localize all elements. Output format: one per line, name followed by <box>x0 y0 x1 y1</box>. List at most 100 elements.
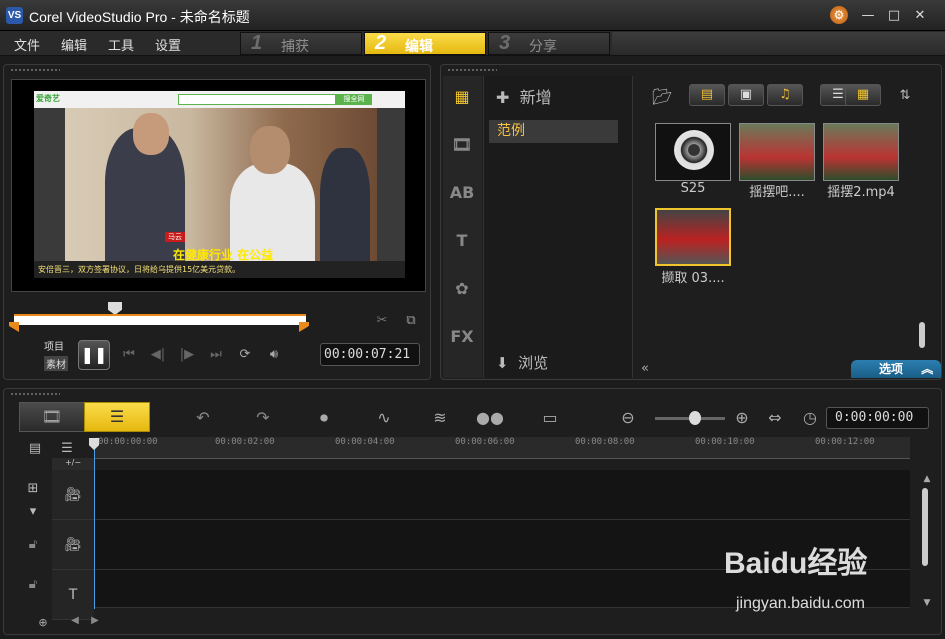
library-item-thumb[interactable] <box>655 123 731 181</box>
thumbnail-view-button[interactable]: ▦ <box>845 84 881 106</box>
open-folder-icon[interactable]: 📂︎ <box>652 88 672 106</box>
enlarge-preview-icon[interactable]: ⧉ <box>402 312 420 330</box>
title-bar: VS Corel VideoStudio Pro - 未命名标题 ⚙ — □ ✕ <box>0 0 945 31</box>
step-number: 2 <box>375 32 387 54</box>
scroll-right-icon[interactable]: ▶ <box>86 612 104 630</box>
scissors-icon[interactable]: ✂ <box>373 312 391 330</box>
media-icon[interactable]: ▦ <box>449 86 475 108</box>
ripple-edit-icon[interactable]: ⊞ <box>24 480 42 498</box>
timeline-scrollbar[interactable] <box>922 488 928 566</box>
transition-icon[interactable]: AB <box>449 182 475 204</box>
pause-button[interactable]: ❚❚ <box>78 340 110 370</box>
sound-mixer-icon[interactable]: ∿ <box>369 407 399 429</box>
library-item-label: S25 <box>680 181 706 196</box>
graphic-icon[interactable]: ✿ <box>449 278 475 300</box>
video-search-box <box>178 94 336 105</box>
timeline-view-button[interactable]: ☰ <box>84 402 150 432</box>
step-capture[interactable]: 1 捕获 <box>240 32 362 55</box>
sort-icon[interactable]: ⇅ <box>896 87 914 105</box>
end-icon[interactable]: ⏭ <box>207 346 225 364</box>
maximize-button[interactable]: □ <box>884 6 904 26</box>
options-label: 选项 <box>879 362 904 376</box>
home-icon[interactable]: ⏮ <box>120 346 138 364</box>
zoom-slider-knob[interactable] <box>689 411 701 425</box>
video-track[interactable] <box>95 470 910 520</box>
step-label: 分享 <box>529 39 557 55</box>
menu-file[interactable]: 文件 <box>14 35 40 54</box>
library-folder-list: ✚ 新增 范例 ⬇︎ 浏览 <box>483 76 633 378</box>
mode-clip-label[interactable]: 素材 <box>44 356 68 371</box>
subtitle-editor-icon[interactable]: ▭ <box>535 407 565 429</box>
plus-icon: ✚ <box>496 88 510 107</box>
library-item-thumb[interactable] <box>823 123 899 181</box>
player-timecode[interactable]: 00:00:07:21 <box>320 343 420 366</box>
library-item-thumb-selected[interactable] <box>655 208 731 266</box>
ruler-tick: 00:00:04:00 <box>335 437 395 447</box>
menu-step-bar: 文件 编辑 工具 设置 1 捕获 2 编辑 3 分享 <box>0 31 945 56</box>
next-frame-icon[interactable]: |▶ <box>178 346 196 364</box>
show-audio-button[interactable]: ♫ <box>767 84 803 106</box>
redo-icon[interactable]: ↷ <box>248 407 278 429</box>
scroll-left-icon[interactable]: ◀ <box>66 612 84 630</box>
library-item-thumb[interactable] <box>739 123 815 181</box>
timeline-ruler[interactable]: 00:00:00:00 00:00:02:00 00:00:04:00 00:0… <box>95 437 910 459</box>
step-share[interactable]: 3 分享 <box>488 32 610 55</box>
browse-label: 浏览 <box>518 354 549 372</box>
video-frame: 爱奇艺 搜全网 马云 在健康行业 在公益 安倍晋三，双方签署协议，日将给乌提供1… <box>34 91 405 278</box>
person-figure <box>320 148 370 263</box>
chapter-list-icon[interactable]: ☰ <box>58 440 76 458</box>
menu-edit[interactable]: 编辑 <box>61 35 87 54</box>
app-logo-icon: VS <box>6 7 23 24</box>
scrub-bar[interactable] <box>14 314 306 325</box>
ruler-tick: 00:00:08:00 <box>575 437 635 447</box>
panel-grip[interactable] <box>447 68 497 72</box>
timeline-timecode[interactable]: 0:00:00:00 <box>826 407 929 429</box>
panel-grip[interactable] <box>10 68 60 72</box>
add-track-icon[interactable]: ⊕ <box>34 614 52 632</box>
folder-item-samples[interactable]: 范例 <box>489 120 618 143</box>
show-video-button[interactable]: ▤ <box>689 84 725 106</box>
video-track-header[interactable]: 🎥︎ <box>52 470 94 520</box>
motion-tracking-icon[interactable]: ●● <box>475 407 505 429</box>
step-label: 捕获 <box>281 39 309 55</box>
scroll-up-icon[interactable]: ▲ <box>918 470 936 488</box>
mode-project-label[interactable]: 项目 <box>44 338 64 353</box>
step-label: 编辑 <box>405 39 433 55</box>
show-photo-button[interactable]: ▣ <box>728 84 764 106</box>
volume-icon[interactable]: 🔊︎ <box>265 346 283 364</box>
minimize-button[interactable]: — <box>858 6 878 26</box>
collapse-panel-icon[interactable]: « <box>636 360 654 378</box>
storyboard-view-button[interactable]: 🎞︎ <box>19 402 85 432</box>
filter-icon[interactable]: FX <box>449 326 475 348</box>
audio-cd-icon <box>674 130 714 170</box>
chevron-down-icon[interactable]: ▾ <box>24 503 42 521</box>
browse-button[interactable]: ⬇︎ 浏览 <box>496 352 548 373</box>
auto-music-icon[interactable]: ≋ <box>425 407 455 429</box>
library-scrollbar[interactable] <box>919 322 925 348</box>
scroll-down-icon[interactable]: ▼ <box>918 594 936 612</box>
person-head <box>250 126 290 174</box>
fit-project-icon[interactable]: ⇔ <box>760 407 790 429</box>
add-folder-button[interactable]: ✚ 新增 <box>496 84 552 108</box>
add-remove-track-button[interactable]: +/− <box>52 458 94 470</box>
step-edit[interactable]: 2 编辑 <box>364 32 486 55</box>
repeat-icon[interactable]: ⟳ <box>236 346 254 364</box>
panel-grip[interactable] <box>10 392 60 396</box>
record-capture-icon[interactable]: ⏺ <box>309 407 339 429</box>
zoom-in-icon[interactable]: ⊕ <box>727 407 757 429</box>
baidu-watermark: Baidu经验 <box>724 547 868 580</box>
menu-settings[interactable]: 设置 <box>155 35 181 54</box>
help-icon[interactable]: ⚙ <box>830 6 848 24</box>
menu-tools[interactable]: 工具 <box>108 35 134 54</box>
close-button[interactable]: ✕ <box>910 6 930 26</box>
title-icon[interactable]: T <box>449 230 475 252</box>
zoom-out-icon[interactable]: ⊖ <box>613 407 643 429</box>
instant-project-icon[interactable]: 🎞︎ <box>449 134 475 156</box>
overlay-track-header[interactable]: 🎥︎ <box>52 520 94 570</box>
lock-icon[interactable]: 🔓︎ <box>24 536 42 554</box>
undo-icon[interactable]: ↶ <box>188 407 218 429</box>
lock-icon[interactable]: 🔓︎ <box>24 576 42 594</box>
prev-frame-icon[interactable]: ◀| <box>149 346 167 364</box>
options-button[interactable]: 选项 ︽ <box>851 360 941 378</box>
track-manager-icon[interactable]: ▤ <box>26 440 44 458</box>
